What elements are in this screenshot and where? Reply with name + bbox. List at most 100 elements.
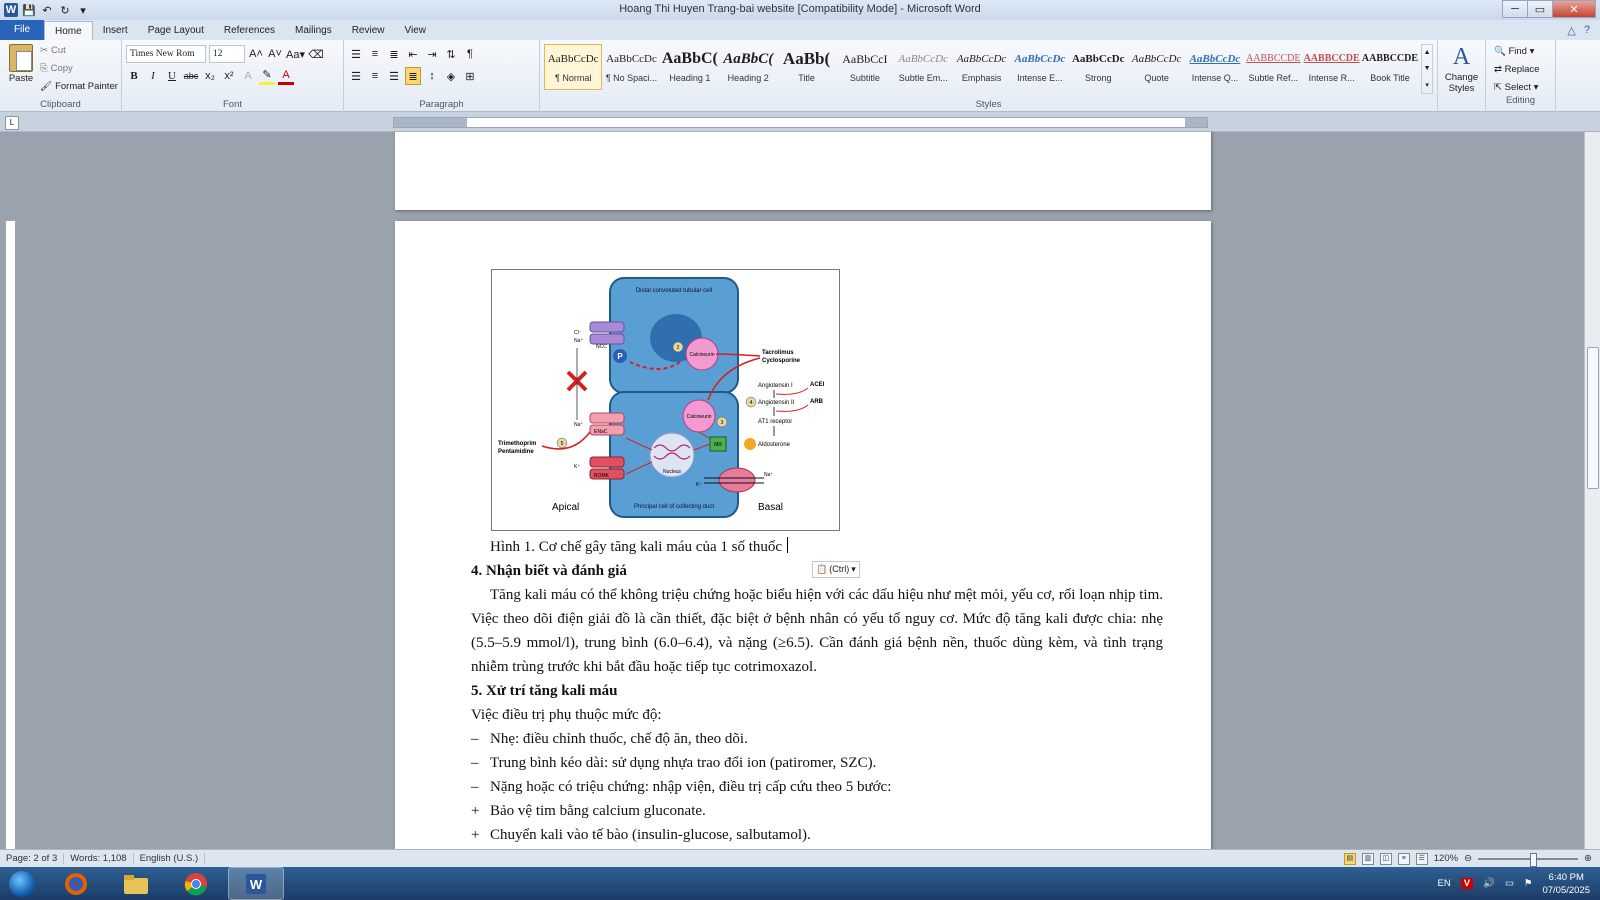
- flag-icon[interactable]: ⚑: [1524, 878, 1533, 889]
- clear-formatting-icon[interactable]: ⌫: [308, 45, 324, 63]
- align-right-icon[interactable]: ☰: [386, 67, 402, 85]
- style-subtle-emphasis[interactable]: AaBbCcDc Subtle Em...: [894, 44, 952, 90]
- highlight-icon[interactable]: ✎: [259, 67, 275, 85]
- start-button[interactable]: [0, 867, 44, 900]
- chevron-down-icon[interactable]: ▼: [1424, 65, 1431, 72]
- network-icon[interactable]: ▭: [1505, 878, 1514, 889]
- clock[interactable]: 6:40 PM 07/05/2025: [1542, 871, 1590, 897]
- bold-button[interactable]: B: [126, 67, 142, 85]
- minimize-button[interactable]: ─: [1502, 0, 1528, 18]
- shrink-font-button[interactable]: A˅: [267, 45, 283, 63]
- text-effects-icon[interactable]: A: [240, 67, 256, 85]
- explorer-icon[interactable]: [108, 867, 164, 900]
- style-normal[interactable]: AaBbCcDc ¶ Normal: [544, 44, 603, 90]
- tab-file[interactable]: File: [0, 20, 44, 40]
- strikethrough-button[interactable]: abc: [183, 67, 199, 85]
- multilevel-list-icon[interactable]: ≣: [386, 45, 402, 63]
- firefox-icon[interactable]: [48, 867, 104, 900]
- align-left-icon[interactable]: ☰: [348, 67, 364, 85]
- cut-button[interactable]: ✂ Cut: [40, 42, 118, 60]
- style-title[interactable]: AaBb(Title: [777, 44, 835, 90]
- subscript-button[interactable]: x₂: [202, 67, 218, 85]
- language-indicator[interactable]: EN: [1438, 878, 1451, 889]
- document-area[interactable]: Distal convoluted tubular cell Principal…: [0, 132, 1584, 849]
- chevron-up-icon[interactable]: ▲: [1424, 49, 1431, 56]
- numbering-icon[interactable]: ≡: [367, 45, 383, 63]
- style-intense-quote[interactable]: AaBbCcDc Intense Q...: [1186, 44, 1244, 90]
- line-spacing-icon[interactable]: ↕: [424, 67, 440, 85]
- web-layout-icon[interactable]: ◫: [1379, 852, 1392, 865]
- tab-review[interactable]: Review: [342, 21, 395, 40]
- align-center-icon[interactable]: ≡: [367, 67, 383, 85]
- style-quote[interactable]: AaBbCcDc Quote: [1127, 44, 1185, 90]
- zoom-level[interactable]: 120%: [1434, 853, 1458, 864]
- help-icon[interactable]: ?: [1584, 24, 1590, 36]
- italic-button[interactable]: I: [145, 67, 161, 85]
- figure-hyperkalemia-mechanism[interactable]: Distal convoluted tubular cell Principal…: [491, 269, 840, 531]
- change-styles-button[interactable]: A Change Styles: [1438, 40, 1486, 112]
- print-layout-icon[interactable]: ▤: [1343, 852, 1356, 865]
- draft-icon[interactable]: ☰: [1415, 852, 1428, 865]
- style-subtle-reference[interactable]: AABBCCDE Subtle Ref...: [1244, 44, 1302, 90]
- outline-icon[interactable]: ≡: [1397, 852, 1410, 865]
- find-button[interactable]: 🔍 Find ▾: [1494, 43, 1551, 61]
- vietkey-icon[interactable]: V: [1460, 878, 1474, 889]
- style-emphasis[interactable]: AaBbCcDc Emphasis: [952, 44, 1010, 90]
- change-case-button[interactable]: Aa▾: [286, 45, 305, 63]
- redo-icon[interactable]: ↻: [58, 3, 72, 17]
- volume-icon[interactable]: 🔊: [1483, 878, 1495, 889]
- shading-icon[interactable]: ◈: [443, 67, 459, 85]
- tab-mailings[interactable]: Mailings: [285, 21, 342, 40]
- more-icon[interactable]: ▾: [1425, 81, 1429, 89]
- grow-font-button[interactable]: A˄: [248, 45, 264, 63]
- style-book-title[interactable]: AABBCCDE Book Title: [1361, 44, 1419, 90]
- maximize-button[interactable]: ▭: [1527, 0, 1553, 18]
- language[interactable]: English (U.S.): [134, 853, 206, 864]
- font-size-box[interactable]: 12: [209, 45, 245, 63]
- minimize-ribbon-icon[interactable]: △: [1567, 24, 1575, 37]
- word-icon[interactable]: W: [228, 867, 284, 900]
- font-color-icon[interactable]: A: [278, 67, 294, 85]
- borders-icon[interactable]: ⊞: [462, 67, 478, 85]
- zoom-in-icon[interactable]: ⊕: [1584, 853, 1592, 864]
- scrollbar-thumb[interactable]: [1587, 347, 1599, 489]
- replace-button[interactable]: ⇄ Replace: [1494, 61, 1551, 79]
- font-name-box[interactable]: Times New Rom: [126, 45, 206, 63]
- style-no-spacing[interactable]: AaBbCcDc ¶ No Spaci...: [602, 44, 660, 90]
- save-icon[interactable]: 💾: [22, 3, 36, 17]
- undo-icon[interactable]: ↶: [40, 3, 54, 17]
- style-strong[interactable]: AaBbCcDc Strong: [1069, 44, 1127, 90]
- zoom-slider[interactable]: [1478, 852, 1579, 867]
- tab-insert[interactable]: Insert: [93, 21, 138, 40]
- horizontal-ruler[interactable]: [393, 117, 1208, 128]
- figure-caption[interactable]: Hình 1. Cơ chế gây tăng kali máu của 1 s…: [490, 537, 789, 556]
- underline-button[interactable]: U: [164, 67, 180, 85]
- customize-icon[interactable]: ▾: [76, 3, 90, 17]
- full-screen-reading-icon[interactable]: ▥: [1361, 852, 1374, 865]
- superscript-button[interactable]: x²: [221, 67, 237, 85]
- tab-view[interactable]: View: [395, 21, 437, 40]
- zoom-out-icon[interactable]: ⊖: [1464, 853, 1472, 864]
- style-intense-reference[interactable]: AABBCCDE Intense R...: [1302, 44, 1360, 90]
- sort-icon[interactable]: ⇅: [443, 45, 459, 63]
- tab-selector[interactable]: L: [5, 116, 19, 130]
- page-count[interactable]: Page: 2 of 3: [0, 853, 65, 864]
- style-intense-emphasis[interactable]: AaBbCcDc Intense E...: [1011, 44, 1069, 90]
- show-formatting-icon[interactable]: ¶: [462, 45, 478, 63]
- bullets-icon[interactable]: ☰: [348, 45, 364, 63]
- vertical-scrollbar[interactable]: [1584, 132, 1600, 849]
- increase-indent-icon[interactable]: ⇥: [424, 45, 440, 63]
- word-count[interactable]: Words: 1,108: [64, 853, 134, 864]
- style-heading-1[interactable]: AaBbC(Heading 1: [661, 44, 719, 90]
- document-body[interactable]: 4. Nhận biết và đánh giá Tăng kali máu c…: [471, 559, 1163, 847]
- style-heading-2[interactable]: AaBbC(Heading 2: [719, 44, 777, 90]
- chrome-icon[interactable]: [168, 867, 224, 900]
- styles-scroll[interactable]: ▲ ▼ ▾: [1421, 44, 1434, 94]
- format-painter-button[interactable]: 🖌 Format Painter: [40, 78, 118, 96]
- tab-home[interactable]: Home: [44, 21, 93, 40]
- style-subtitle[interactable]: AaBbCcI Subtitle: [836, 44, 894, 90]
- justify-icon[interactable]: ≣: [405, 67, 421, 85]
- decrease-indent-icon[interactable]: ⇤: [405, 45, 421, 63]
- tab-references[interactable]: References: [214, 21, 285, 40]
- close-button[interactable]: ✕: [1552, 0, 1596, 18]
